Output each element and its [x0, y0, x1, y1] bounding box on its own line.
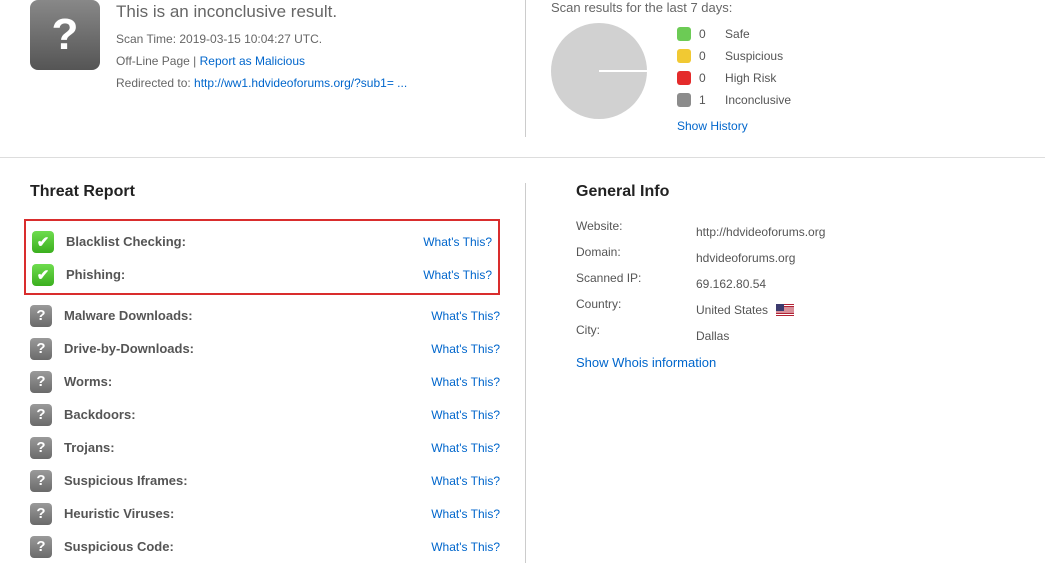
- general-info-section: General Info Website:http://hdvideoforum…: [576, 183, 1015, 563]
- threat-report-title: Threat Report: [30, 183, 500, 201]
- gi-country: Country:United States: [576, 297, 1015, 323]
- threat-label: Heuristic Viruses:: [64, 506, 431, 521]
- question-mark-icon: ?: [30, 470, 52, 492]
- threat-label: Phishing:: [66, 267, 423, 282]
- redirect-line: Redirected to: http://ww1.hdvideoforums.…: [116, 76, 407, 90]
- whats-this-link[interactable]: What's This?: [423, 235, 492, 249]
- legend-safe: 0 Safe: [677, 23, 791, 45]
- result-status-icon: ?: [30, 0, 100, 70]
- gi-website: Website:http://hdvideoforums.org: [576, 219, 1015, 245]
- us-flag-icon: [776, 304, 794, 316]
- vertical-separator: [525, 183, 526, 563]
- threat-label: Backdoors:: [64, 407, 431, 422]
- report-malicious-link[interactable]: Report as Malicious: [200, 54, 305, 68]
- threat-label: Trojans:: [64, 440, 431, 455]
- result-title: This is an inconclusive result.: [116, 2, 407, 22]
- whats-this-link[interactable]: What's This?: [423, 268, 492, 282]
- threat-row-blacklist: ✔ Blacklist Checking: What's This?: [32, 225, 492, 258]
- legend-suspicious: 0 Suspicious: [677, 45, 791, 67]
- threat-report-section: Threat Report ✔ Blacklist Checking: What…: [30, 183, 500, 563]
- whats-this-link[interactable]: What's This?: [431, 309, 500, 323]
- legend-inconclusive: 1 Inconclusive: [677, 89, 791, 111]
- threat-label: Worms:: [64, 374, 431, 389]
- question-mark-icon: ?: [30, 305, 52, 327]
- pie-chart-icon: [551, 23, 647, 119]
- result-text-block: This is an inconclusive result. Scan Tim…: [116, 0, 407, 137]
- whats-this-link[interactable]: What's This?: [431, 375, 500, 389]
- result-summary: ? This is an inconclusive result. Scan T…: [30, 0, 500, 137]
- checkmark-icon: ✔: [32, 231, 54, 253]
- threat-row-malware: ? Malware Downloads: What's This?: [30, 299, 500, 332]
- question-mark-icon: ?: [30, 503, 52, 525]
- gi-domain: Domain:hdvideoforums.org: [576, 245, 1015, 271]
- highlighted-rows: ✔ Blacklist Checking: What's This? ✔ Phi…: [24, 219, 500, 295]
- question-mark-icon: ?: [30, 371, 52, 393]
- scan-history-title: Scan results for the last 7 days:: [551, 0, 1015, 15]
- threat-label: Suspicious Iframes:: [64, 473, 431, 488]
- question-mark-icon: ?: [30, 404, 52, 426]
- scan-legend: 0 Safe 0 Suspicious 0 High Risk 1 Inconc…: [677, 23, 791, 137]
- scan-time-line: Scan Time: 2019-03-15 10:04:27 UTC.: [116, 32, 407, 46]
- legend-highrisk: 0 High Risk: [677, 67, 791, 89]
- threat-row-suspicious-code: ? Suspicious Code: What's This?: [30, 530, 500, 563]
- question-mark-icon: ?: [30, 437, 52, 459]
- threat-row-phishing: ✔ Phishing: What's This?: [32, 258, 492, 291]
- whats-this-link[interactable]: What's This?: [431, 441, 500, 455]
- whats-this-link[interactable]: What's This?: [431, 342, 500, 356]
- whats-this-link[interactable]: What's This?: [431, 507, 500, 521]
- threat-row-trojans: ? Trojans: What's This?: [30, 431, 500, 464]
- summary-header: ? This is an inconclusive result. Scan T…: [0, 0, 1045, 158]
- question-mark-icon: ?: [52, 10, 79, 60]
- threat-label: Blacklist Checking:: [66, 234, 423, 249]
- threat-row-driveby: ? Drive-by-Downloads: What's This?: [30, 332, 500, 365]
- swatch-suspicious-icon: [677, 49, 691, 63]
- whats-this-link[interactable]: What's This?: [431, 474, 500, 488]
- swatch-highrisk-icon: [677, 71, 691, 85]
- whats-this-link[interactable]: What's This?: [431, 540, 500, 554]
- vertical-separator: [525, 0, 526, 137]
- threat-row-backdoors: ? Backdoors: What's This?: [30, 398, 500, 431]
- threat-label: Suspicious Code:: [64, 539, 431, 554]
- gi-ip: Scanned IP:69.162.80.54: [576, 271, 1015, 297]
- redirect-url-link[interactable]: http://ww1.hdvideoforums.org/?sub1= ...: [194, 76, 407, 90]
- threat-label: Drive-by-Downloads:: [64, 341, 431, 356]
- checkmark-icon: ✔: [32, 264, 54, 286]
- show-whois-link[interactable]: Show Whois information: [576, 355, 716, 370]
- swatch-inconclusive-icon: [677, 93, 691, 107]
- threat-label: Malware Downloads:: [64, 308, 431, 323]
- offline-line: Off-Line Page | Report as Malicious: [116, 54, 407, 68]
- gi-city: City:Dallas: [576, 323, 1015, 349]
- whats-this-link[interactable]: What's This?: [431, 408, 500, 422]
- general-info-title: General Info: [576, 183, 1015, 201]
- threat-row-heuristic: ? Heuristic Viruses: What's This?: [30, 497, 500, 530]
- question-mark-icon: ?: [30, 536, 52, 558]
- question-mark-icon: ?: [30, 338, 52, 360]
- threat-row-worms: ? Worms: What's This?: [30, 365, 500, 398]
- show-history-link[interactable]: Show History: [677, 119, 748, 133]
- swatch-safe-icon: [677, 27, 691, 41]
- scan-history: Scan results for the last 7 days: 0 Safe…: [551, 0, 1015, 137]
- threat-row-iframes: ? Suspicious Iframes: What's This?: [30, 464, 500, 497]
